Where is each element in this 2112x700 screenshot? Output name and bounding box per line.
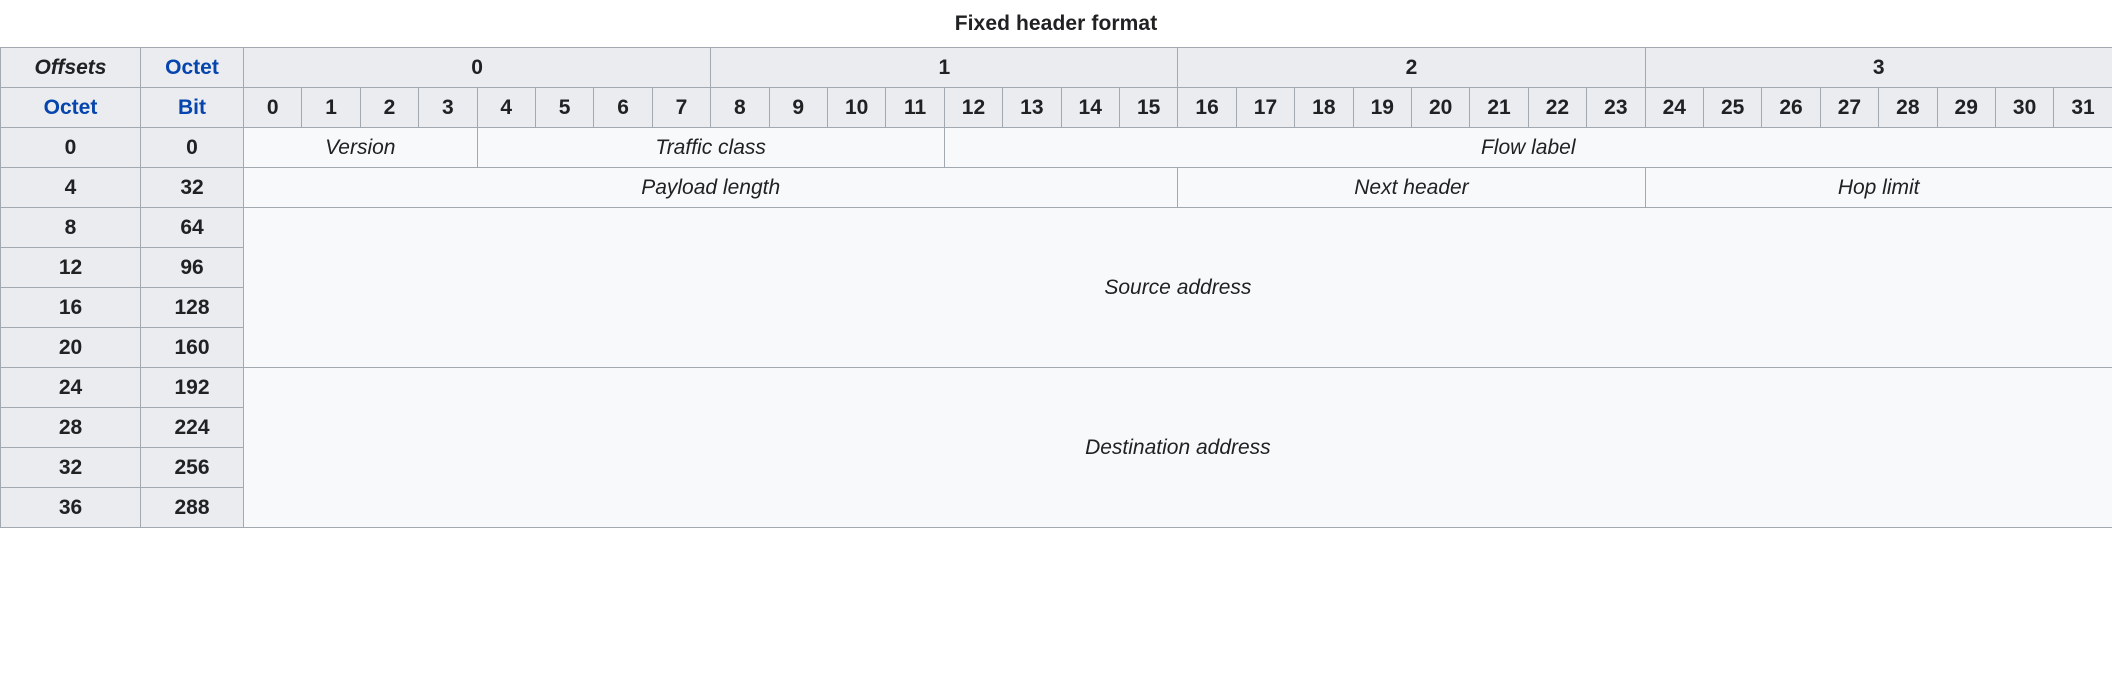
field-next-header: Next header [1177,167,1646,208]
bit-offset-0: 0 [140,127,244,168]
bit-offset-64: 64 [140,207,244,248]
bit-offset-96: 96 [140,247,244,288]
bit-number-7: 7 [651,87,712,128]
bit-number-26: 26 [1761,87,1821,128]
table-row: 24 192 Destination address [0,367,2112,528]
bit-offset-160: 160 [140,327,244,368]
bit-number-8: 8 [710,87,770,128]
octet-offset-20: 20 [0,327,141,368]
bit-number-27: 27 [1819,87,1880,128]
bit-number-13: 13 [1002,87,1062,128]
bit-number-3: 3 [418,87,478,128]
bit-number-4: 4 [476,87,536,128]
bit-number-19: 19 [1352,87,1412,128]
bit-number-6: 6 [593,87,653,128]
header-row-octet-groups: Offsets Octet 0 1 2 3 [0,47,2112,88]
octet-offset-8: 8 [0,207,141,248]
bit-number-21: 21 [1469,87,1529,128]
offsets-label: Offsets [0,47,141,88]
bit-number-9: 9 [768,87,828,128]
octet-offset-16: 16 [0,287,141,328]
bit-number-20: 20 [1410,87,1471,128]
bit-number-25: 25 [1702,87,1763,128]
bit-number-31: 31 [2053,87,2112,128]
octet-offset-12: 12 [0,247,141,288]
bit-number-5: 5 [534,87,595,128]
octet-offset-28: 28 [0,407,141,448]
bit-offset-192: 192 [140,367,244,408]
octet-offset-0: 0 [0,127,141,168]
bit-offset-32: 32 [140,167,244,208]
octet-offset-4: 4 [0,167,141,208]
octet-group-1: 1 [710,47,1179,88]
bit-number-2: 2 [359,87,420,128]
octet-group-2: 2 [1177,47,1646,88]
bit-number-28: 28 [1878,87,1938,128]
bit-number-24: 24 [1644,87,1704,128]
bit-number-1: 1 [301,87,361,128]
field-version: Version [243,127,478,168]
bit-number-0: 0 [242,87,303,128]
bit-number-29: 29 [1936,87,1996,128]
bit-offset-256: 256 [140,447,244,488]
bit-number-15: 15 [1118,87,1179,128]
octet-group-0: 0 [242,47,712,88]
bit-number-17: 17 [1235,87,1296,128]
table-row: 4 32 Payload length Next header Hop limi… [0,167,2112,208]
bit-number-18: 18 [1294,87,1354,128]
octet-offset-32: 32 [0,447,141,488]
field-flow-label: Flow label [943,127,2112,168]
bit-number-14: 14 [1060,87,1120,128]
field-hop-limit: Hop limit [1644,167,2112,208]
field-payload-length: Payload length [242,167,1179,208]
bit-offset-224: 224 [140,407,244,448]
bit-number-30: 30 [1994,87,2055,128]
bit-number-12: 12 [943,87,1004,128]
bit-number-23: 23 [1586,87,1646,128]
bit-number-10: 10 [826,87,887,128]
bit-number-16: 16 [1177,87,1237,128]
table-row: 8 64 Source address [0,207,2112,368]
ipv6-header-figure: Fixed header format Offsets Octet 0 1 2 … [0,0,2112,700]
octet-column-link[interactable]: Octet [140,47,244,88]
field-destination-address: Destination address [243,367,2112,528]
bit-offset-288: 288 [140,487,244,528]
bit-offset-128: 128 [140,287,244,328]
field-traffic-class: Traffic class [476,127,945,168]
bit-column-link[interactable]: Bit [140,87,244,128]
fixed-header-table: Offsets Octet 0 1 2 3 Octet Bit 0 1 2 3 … [0,47,2112,528]
header-row-bit-numbers: Octet Bit 0 1 2 3 4 5 6 7 8 9 10 11 12 1… [0,87,2112,128]
octet-row-label[interactable]: Octet [0,87,141,128]
octet-group-3: 3 [1644,47,2112,88]
octet-offset-36: 36 [0,487,141,528]
figure-caption: Fixed header format [954,12,1158,35]
octet-offset-24: 24 [0,367,141,408]
bit-number-11: 11 [885,87,945,128]
field-source-address: Source address [243,207,2112,368]
bit-number-22: 22 [1527,87,1588,128]
table-row: 0 0 Version Traffic class Flow label [0,127,2112,168]
